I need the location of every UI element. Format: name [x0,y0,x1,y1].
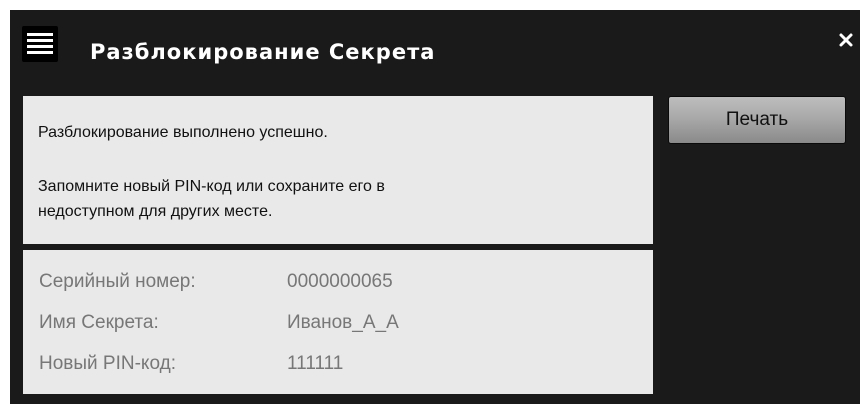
pin-advice-line-2: недоступном для других месте. [38,203,273,220]
dialog-title: Разблокирование Секрета [90,40,436,64]
serial-number-label: Серийный номер: [39,271,196,292]
success-message: Разблокирование выполнено успешно. [38,124,328,141]
secret-name-label: Имя Секрета: [39,312,159,333]
secret-name-value: Иванов_А_А [287,312,399,333]
print-button[interactable]: Печать [668,96,846,144]
serial-number-value: 0000000065 [287,271,393,292]
hamburger-lines [27,33,53,54]
pin-advice-line-1: Запомните новый PIN-код или сохраните ег… [38,178,385,195]
message-panel: Разблокирование выполнено успешно. Запом… [23,96,653,244]
new-pin-value: 111111 [287,353,344,374]
hamburger-menu-icon[interactable] [22,26,58,62]
unlock-dialog: Разблокирование Секрета Разблокирование … [10,10,860,404]
title-bar: Разблокирование Секрета [10,10,860,86]
new-pin-label: Новый PIN-код: [39,353,176,374]
info-panel: Серийный номер: 0000000065 Имя Секрета: … [23,250,653,394]
close-icon[interactable] [836,30,856,50]
